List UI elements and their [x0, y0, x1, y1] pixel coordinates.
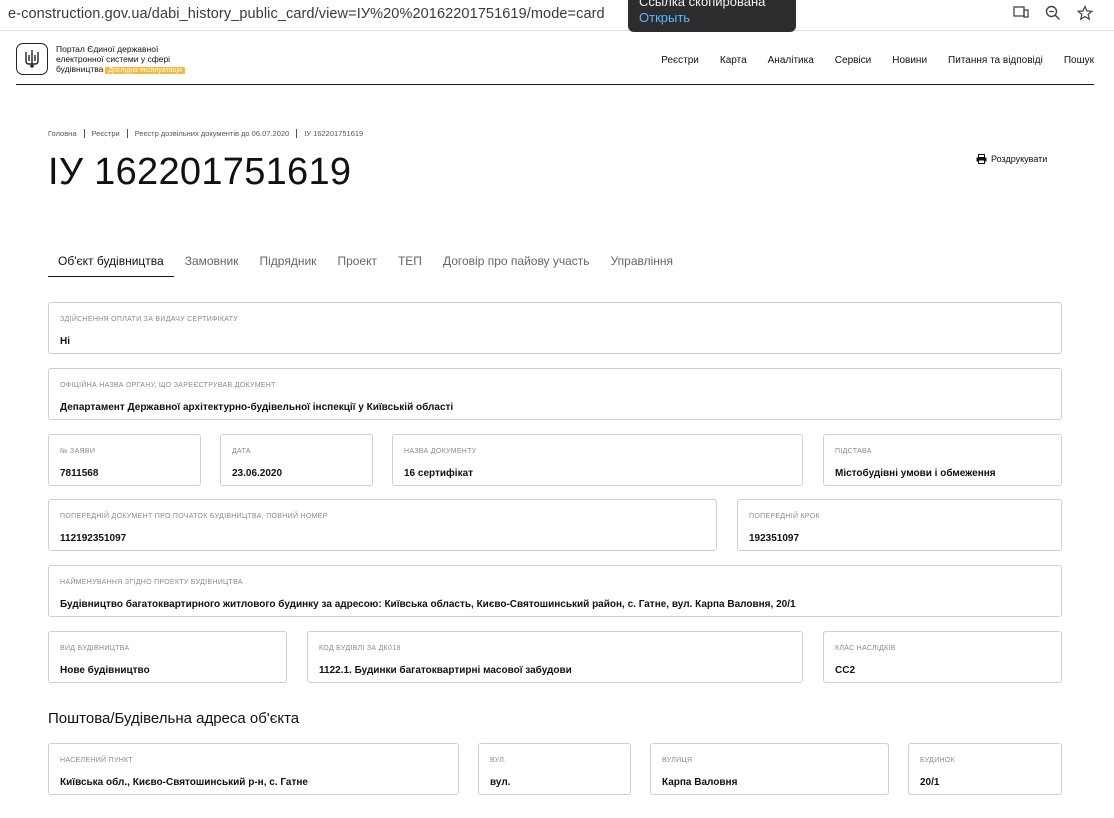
field-label: Офіційна назва органу, що зареєстрував д… — [60, 382, 276, 389]
nav-news[interactable]: Новини — [892, 55, 927, 66]
nav-search[interactable]: Пошук — [1064, 55, 1094, 66]
browser-url-bar: e-construction.gov.ua/dabi_history_publi… — [0, 0, 1114, 31]
field-value: 20/1 — [920, 777, 940, 788]
main-nav: Реєстри Карта Аналітика Сервіси Новини П… — [640, 55, 1094, 66]
field-value: Ні — [60, 336, 70, 347]
field-value: 23.06.2020 — [232, 468, 283, 479]
field-label: Дата — [232, 448, 251, 455]
field-prev-doc: Попередній документ про початок будівниц… — [48, 499, 717, 551]
portal-name-line2: електронної системи у сфері — [56, 54, 171, 64]
tab-bar: Об'єкт будівництва Замовник Підрядник Пр… — [48, 254, 684, 277]
field-building: Будинок 20/1 — [908, 743, 1062, 795]
field-label: Підстава — [835, 448, 872, 455]
field-value: Містобудівні умови і обмеження — [835, 468, 996, 479]
toast-title: Ссылка скопирована — [639, 0, 766, 9]
portal-name-line1: Портал Єдиної державної — [56, 44, 159, 54]
bookmark-star-icon[interactable] — [1075, 5, 1095, 25]
breadcrumb: Головна Реєстри Реєстр дозвільних докуме… — [48, 129, 363, 138]
link-copied-toast: Ссылка скопирована Открыть — [628, 0, 796, 32]
tab-contractor[interactable]: Підрядник — [250, 254, 327, 277]
nav-registries[interactable]: Реєстри — [661, 55, 699, 66]
field-locality: Населений пункт Київська обл., Києво-Свя… — [48, 743, 459, 795]
field-date: Дата 23.06.2020 — [220, 434, 373, 486]
page-title: ІУ 162201751619 — [48, 151, 352, 193]
url-text[interactable]: e-construction.gov.ua/dabi_history_publi… — [8, 6, 605, 22]
tab-project[interactable]: Проект — [327, 254, 387, 277]
field-value: Будівництво багатоквартирного житлового … — [60, 599, 796, 610]
field-label: Найменування згідно проекту будівництва — [60, 579, 243, 586]
tab-object[interactable]: Об'єкт будівництва — [48, 254, 174, 277]
tab-management[interactable]: Управління — [601, 254, 683, 277]
tab-customer[interactable]: Замовник — [175, 254, 249, 277]
print-label: Роздрукувати — [991, 154, 1048, 164]
tab-contract[interactable]: Договір про пайову участь — [433, 254, 600, 277]
print-button[interactable]: Роздрукувати — [976, 154, 1047, 164]
breadcrumb-registries[interactable]: Реєстри — [92, 129, 120, 138]
field-street: Вулиця Карпа Валовня — [650, 743, 889, 795]
field-label: Назва документу — [404, 448, 477, 455]
field-label: Вул. — [490, 757, 507, 764]
field-value: Київська обл., Києво-Святошинський р-н, … — [60, 777, 308, 788]
tab-tep[interactable]: ТЕП — [388, 254, 432, 277]
field-authority: Офіційна назва органу, що зареєстрував д… — [48, 368, 1062, 420]
portal-name-line3: будівництва — [56, 64, 104, 74]
beta-badge: Дослідна експлуатація — [105, 67, 185, 74]
nav-map[interactable]: Карта — [720, 55, 747, 66]
field-value: СС2 — [835, 665, 856, 676]
nav-faq[interactable]: Питання та відповіді — [948, 55, 1043, 66]
field-basis: Підстава Містобудівні умови і обмеження — [823, 434, 1062, 486]
reader-mode-icon[interactable] — [1011, 5, 1031, 25]
field-payment: Здійснення оплати за видачу сертифікату … — [48, 302, 1062, 354]
field-label: Будинок — [920, 757, 956, 764]
trident-logo-icon[interactable] — [16, 43, 48, 75]
field-label: Код будівлі за ДК018 — [319, 645, 401, 652]
site-header: Портал Єдиної державної електронної сист… — [16, 38, 1094, 85]
field-label: Вулиця — [662, 757, 693, 764]
field-value: 1122.1. Будинки багатоквартирні масової … — [319, 665, 572, 676]
printer-icon — [976, 154, 987, 164]
field-dk-code: Код будівлі за ДК018 1122.1. Будинки баг… — [307, 631, 803, 683]
field-app-no: № заяви 7811568 — [48, 434, 201, 486]
field-build-type: Вид будівництва Нове будівництво — [48, 631, 287, 683]
field-label: Клас наслідків — [835, 645, 896, 652]
breadcrumb-home[interactable]: Головна — [48, 129, 77, 138]
field-label: Попередній крок — [749, 513, 820, 520]
field-project-name: Найменування згідно проекту будівництва … — [48, 565, 1062, 617]
field-value: 7811568 — [60, 468, 99, 479]
nav-services[interactable]: Сервіси — [835, 55, 871, 66]
field-value: 192351097 — [749, 533, 800, 544]
portal-name[interactable]: Портал Єдиної державної електронної сист… — [56, 44, 185, 76]
field-doc-name: Назва документу 16 сертифікат — [392, 434, 803, 486]
field-label: Населений пункт — [60, 757, 134, 764]
zoom-icon[interactable] — [1043, 5, 1063, 25]
field-label: Попередній документ про початок будівниц… — [60, 513, 328, 520]
field-prev-step: Попередній крок 192351097 — [737, 499, 1062, 551]
toast-open-link[interactable]: Открыть — [639, 10, 785, 26]
field-label: Здійснення оплати за видачу сертифікату — [60, 316, 239, 323]
field-value: Департамент Державної архітектурно-будів… — [60, 402, 454, 413]
field-value: Нове будівництво — [60, 665, 150, 676]
field-value: 16 сертифікат — [404, 468, 474, 479]
nav-analytics[interactable]: Аналітика — [768, 55, 814, 66]
field-street-type: Вул. вул. — [478, 743, 631, 795]
address-heading: Поштова/Будівельна адреса об'єкта — [48, 710, 300, 727]
field-label: № заяви — [60, 448, 96, 455]
field-label: Вид будівництва — [60, 645, 130, 652]
breadcrumb-current: ІУ 162201751619 — [304, 129, 364, 138]
field-class: Клас наслідків СС2 — [823, 631, 1062, 683]
breadcrumb-registry[interactable]: Реєстр дозвільних документів до 06.07.20… — [135, 129, 290, 138]
field-value: 112192351097 — [60, 533, 127, 544]
field-value: Карпа Валовня — [662, 777, 738, 788]
field-value: вул. — [490, 777, 511, 788]
